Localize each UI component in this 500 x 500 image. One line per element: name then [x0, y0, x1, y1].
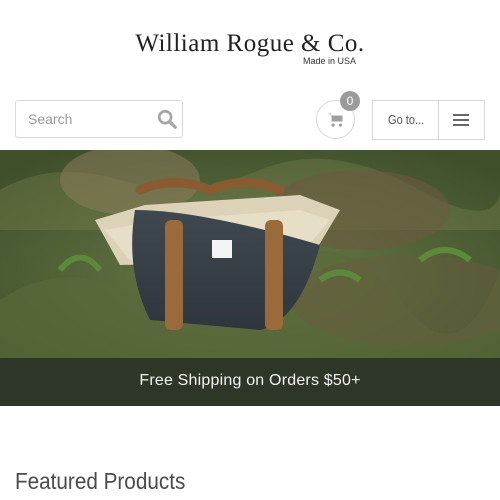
cart-icon — [328, 113, 343, 127]
goto-divider — [438, 101, 439, 139]
search-icon[interactable] — [156, 108, 178, 130]
featured-products-title: Featured Products — [15, 468, 186, 494]
search-box[interactable] — [15, 100, 183, 138]
menu-icon[interactable] — [453, 113, 469, 127]
hero-image[interactable] — [0, 150, 500, 358]
brand-name: William Rogue & Co. — [135, 30, 365, 57]
search-input[interactable] — [16, 101, 168, 137]
shipping-banner: Free Shipping on Orders $50+ — [0, 358, 500, 406]
site-logo[interactable]: William Rogue & Co. Made in USA — [0, 30, 500, 66]
cart-count-badge: 0 — [340, 91, 360, 111]
duffel-bag-photo — [0, 150, 500, 358]
goto-label[interactable]: Go to... — [388, 112, 424, 127]
brand-tagline: Made in USA — [303, 56, 357, 66]
shipping-text: Free Shipping on Orders $50+ — [139, 372, 361, 389]
goto-menu[interactable]: Go to... — [372, 100, 485, 140]
